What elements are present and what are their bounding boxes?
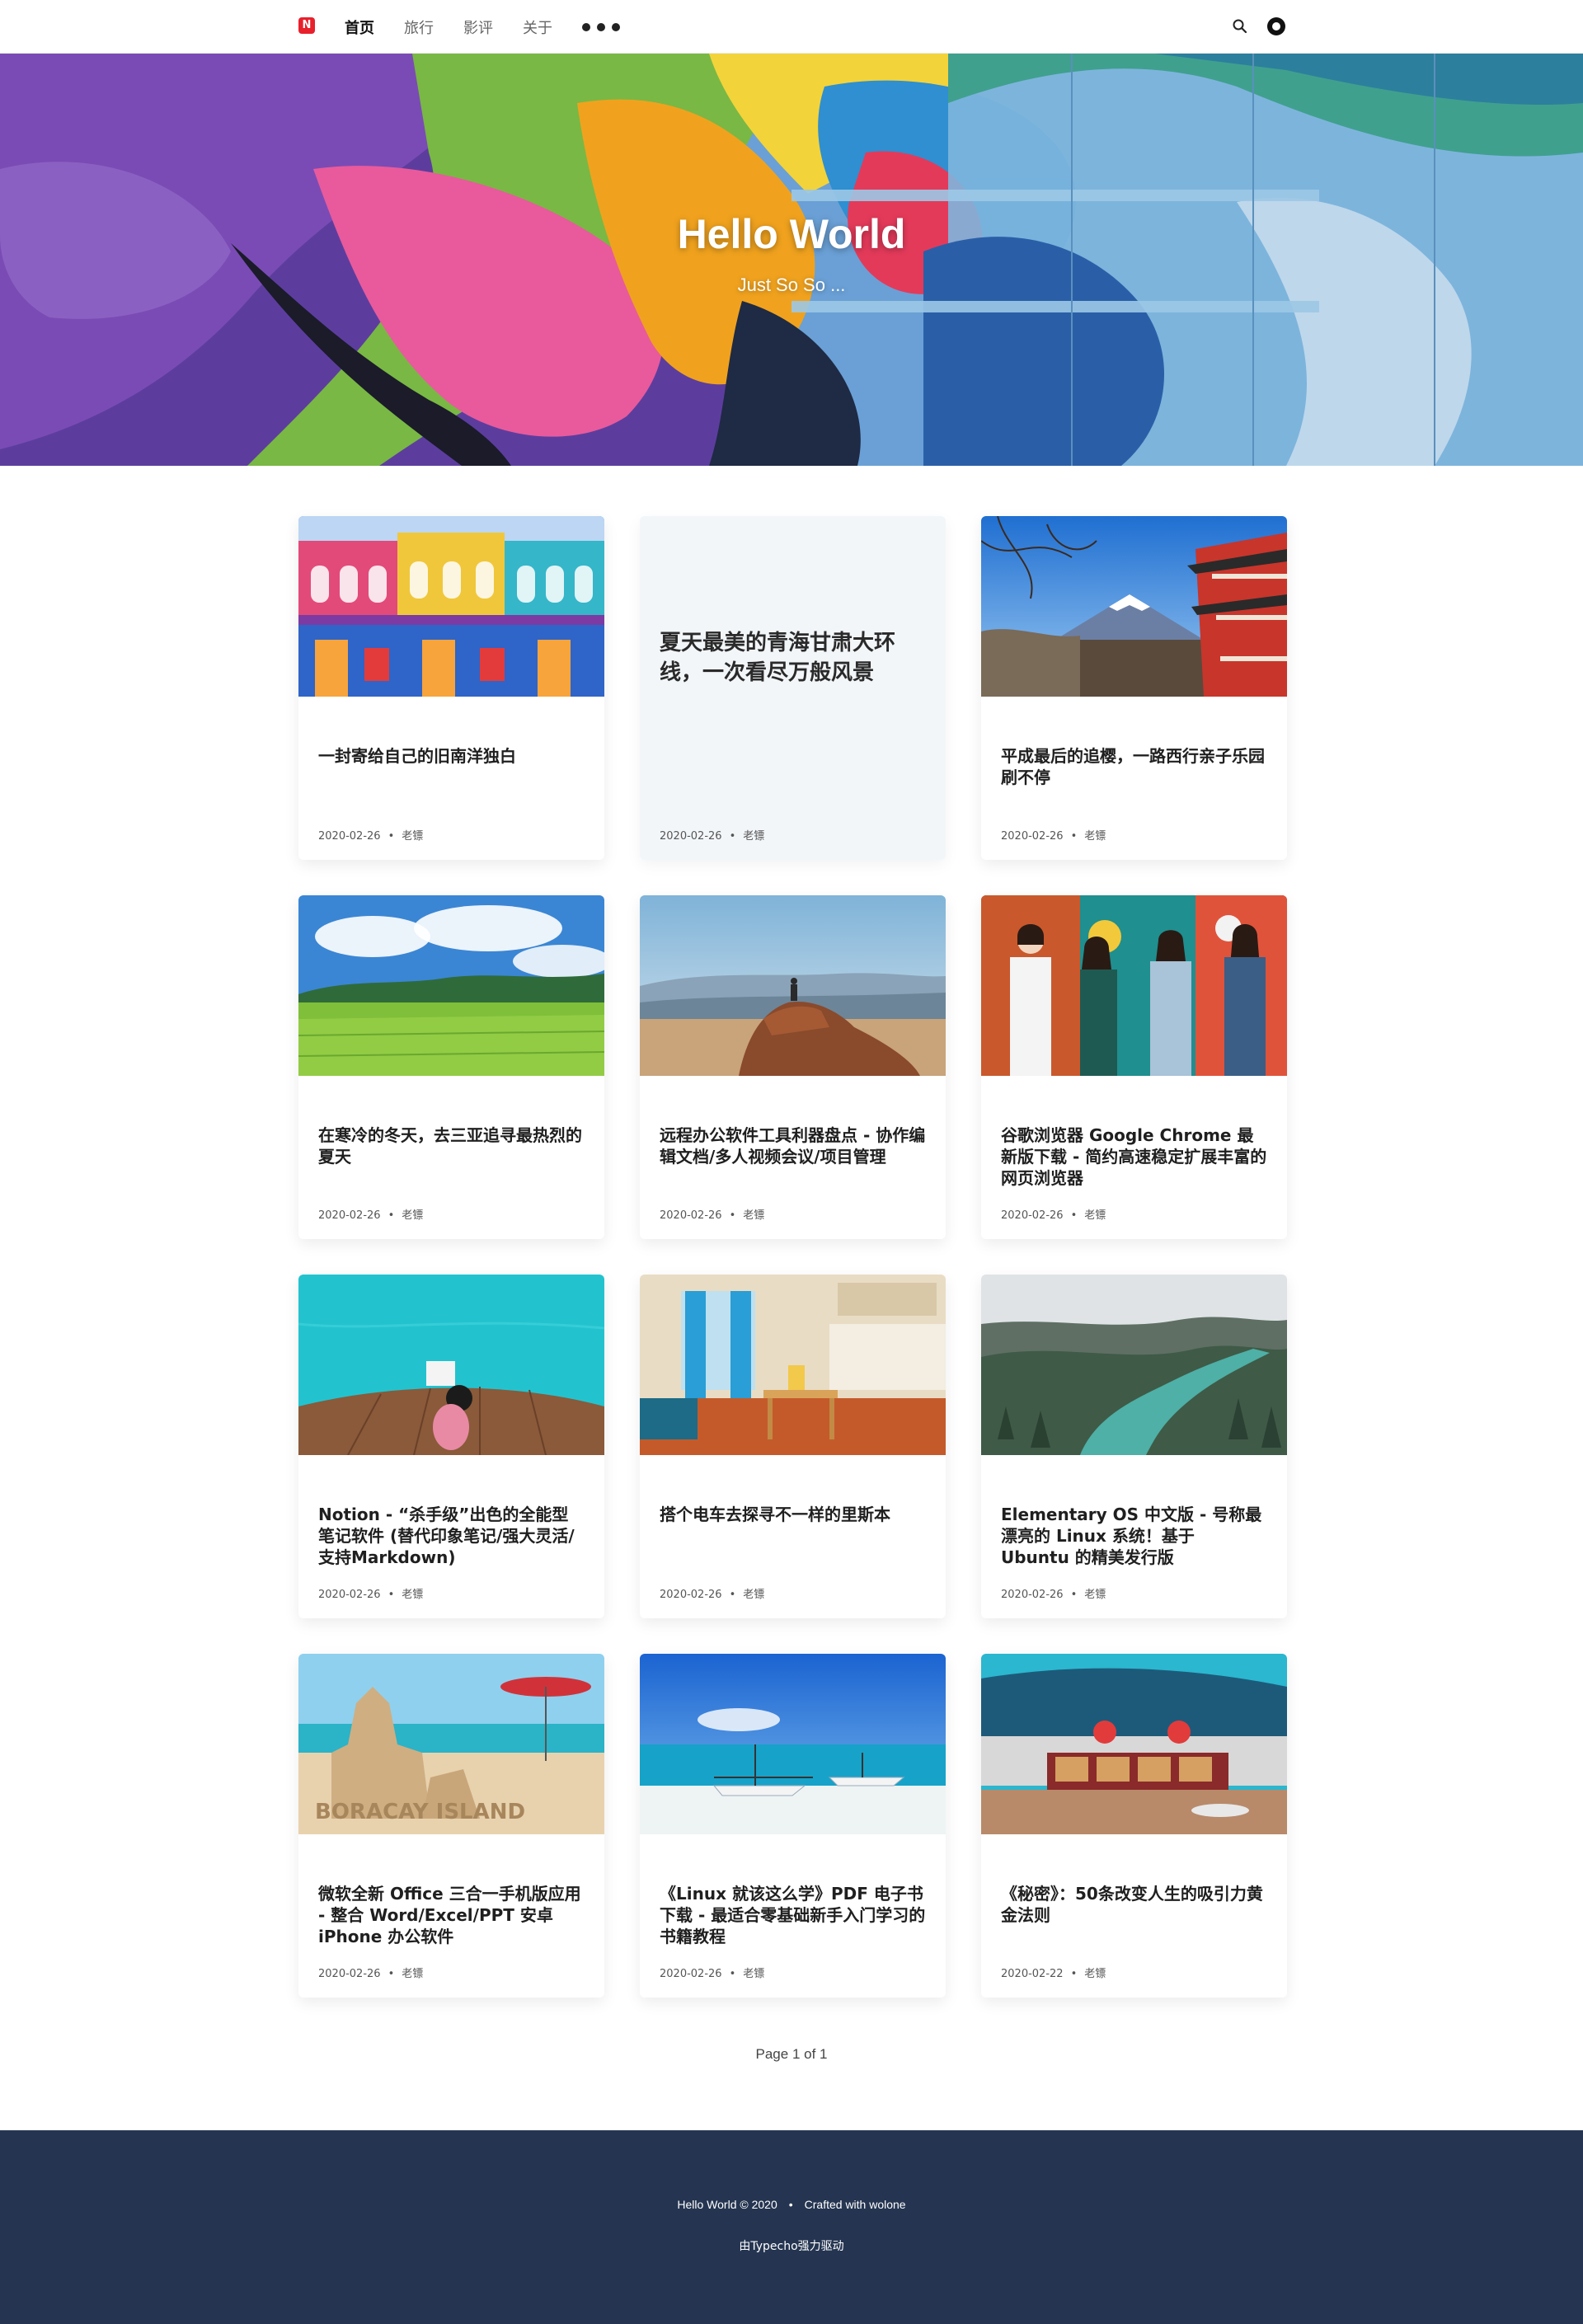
post-date: 2020-02-22 bbox=[1001, 1968, 1064, 1980]
post-card[interactable]: 平成最后的追樱，一路西行亲子乐园刷不停 2020-02-26 • 老镖 bbox=[981, 516, 1287, 860]
post-date: 2020-02-26 bbox=[318, 830, 381, 843]
post-meta: 2020-02-26 • 老镖 bbox=[660, 1968, 765, 1980]
post-card[interactable]: 《Linux 就该这么学》PDF 电子书下载 - 最适合零基础新手入门学习的书籍… bbox=[640, 1654, 946, 1998]
post-author: 老镖 bbox=[402, 1209, 424, 1222]
post-meta: 2020-02-22 • 老镖 bbox=[1001, 1968, 1106, 1980]
post-author: 老镖 bbox=[743, 1209, 765, 1222]
post-meta: 2020-02-26 • 老镖 bbox=[660, 830, 765, 843]
post-title[interactable]: 微软全新 Office 三合一手机版应用 - 整合 Word/Excel/PPT… bbox=[318, 1883, 585, 1947]
post-thumbnail-retro-diner[interactable] bbox=[981, 1654, 1287, 1834]
post-author: 老镖 bbox=[743, 1968, 765, 1980]
post-date: 2020-02-26 bbox=[660, 1589, 722, 1601]
post-date: 2020-02-26 bbox=[318, 1589, 381, 1601]
post-meta: 2020-02-26 • 老镖 bbox=[318, 1589, 424, 1601]
main-nav: 首页 旅行 影评 关于 bbox=[345, 0, 620, 54]
post-thumbnail-boats-tropical-beach[interactable] bbox=[640, 1654, 946, 1834]
pagination-label: Page 1 of 1 bbox=[755, 2046, 828, 2062]
post-card[interactable]: 谷歌浏览器 Google Chrome 最新版下载 - 简约高速稳定扩展丰富的网… bbox=[981, 895, 1287, 1239]
post-author: 老镖 bbox=[1084, 1209, 1106, 1222]
post-title[interactable]: 一封寄给自己的旧南洋独白 bbox=[318, 745, 585, 767]
post-meta: 2020-02-26 • 老镖 bbox=[1001, 830, 1106, 843]
post-date: 2020-02-26 bbox=[1001, 1589, 1064, 1601]
graffiti-wall-image bbox=[0, 54, 1583, 466]
post-author: 老镖 bbox=[1084, 830, 1106, 843]
post-meta: 2020-02-26 • 老镖 bbox=[1001, 1209, 1106, 1222]
post-thumbnail-sandcastle-beach[interactable]: BORACAY ISLAND bbox=[298, 1654, 604, 1834]
nav-item-reviews[interactable]: 影评 bbox=[463, 16, 493, 38]
post-thumbnail-friends-graffiti-wall[interactable] bbox=[981, 895, 1287, 1076]
post-author: 老镖 bbox=[743, 1589, 765, 1601]
post-thumbnail-woman-on-pier[interactable] bbox=[298, 1275, 604, 1455]
post-thumbnail-mount-fuji-pagoda[interactable] bbox=[981, 516, 1287, 697]
post-card[interactable]: 远程办公软件工具利器盘点 - 协作编辑文档/多人视频会议/项目管理 2020-0… bbox=[640, 895, 946, 1239]
post-title[interactable]: Notion - “杀手级”出色的全能型笔记软件 (替代印象笔记/强大灵活/支持… bbox=[318, 1504, 585, 1568]
post-author: 老镖 bbox=[1084, 1589, 1106, 1601]
nav-item-travel[interactable]: 旅行 bbox=[404, 16, 434, 38]
post-meta: 2020-02-26 • 老镖 bbox=[318, 830, 424, 843]
top-navbar: N 首页 旅行 影评 关于 bbox=[0, 0, 1583, 54]
post-date: 2020-02-26 bbox=[660, 1209, 722, 1222]
search-icon[interactable] bbox=[1232, 18, 1248, 35]
post-title[interactable]: 远程办公软件工具利器盘点 - 协作编辑文档/多人视频会议/项目管理 bbox=[660, 1124, 926, 1167]
post-title[interactable]: 平成最后的追樱，一路西行亲子乐园刷不停 bbox=[1001, 745, 1267, 788]
more-menu-icon[interactable] bbox=[582, 22, 620, 31]
sandcastle-lettering: BORACAY ISLAND bbox=[315, 1800, 525, 1824]
footer-credits: Hello World © 2020 • Crafted with wolone bbox=[677, 2198, 906, 2211]
post-title[interactable]: 《秘密》：50条改变人生的吸引力黄金法则 bbox=[1001, 1883, 1267, 1926]
nav-item-home[interactable]: 首页 bbox=[345, 16, 374, 38]
post-meta: 2020-02-26 • 老镖 bbox=[318, 1209, 424, 1222]
post-meta: 2020-02-26 • 老镖 bbox=[1001, 1589, 1106, 1601]
post-card[interactable]: 一封寄给自己的旧南洋独白 2020-02-26 • 老镖 bbox=[298, 516, 604, 860]
footer-copyright: Hello World © 2020 bbox=[677, 2198, 777, 2211]
post-thumbnail-colorful-shophouse[interactable] bbox=[298, 516, 604, 697]
post-date: 2020-02-26 bbox=[660, 830, 722, 843]
footer-powered-by[interactable]: 由Typecho强力驱动 bbox=[0, 2237, 1583, 2254]
nav-item-about[interactable]: 关于 bbox=[523, 16, 552, 38]
post-date: 2020-02-26 bbox=[318, 1968, 381, 1980]
post-author: 老镖 bbox=[402, 1589, 424, 1601]
post-card[interactable]: 《秘密》：50条改变人生的吸引力黄金法则 2020-02-22 • 老镖 bbox=[981, 1654, 1287, 1998]
post-date: 2020-02-26 bbox=[660, 1968, 722, 1980]
post-card[interactable]: 在寒冷的冬天，去三亚追寻最热烈的夏天 2020-02-26 • 老镖 bbox=[298, 895, 604, 1239]
footer-crafted-link[interactable]: Crafted with wolone bbox=[805, 2198, 906, 2211]
hero-banner: Hello World Just So So ... bbox=[0, 54, 1583, 466]
post-title[interactable]: 夏天最美的青海甘肃大环线，一次看尽万般风景 bbox=[660, 628, 913, 688]
post-thumbnail-person-on-rock[interactable] bbox=[640, 895, 946, 1076]
post-title[interactable]: 搭个电车去探寻不一样的里斯本 bbox=[660, 1504, 926, 1525]
post-date: 2020-02-26 bbox=[1001, 1209, 1064, 1222]
post-grid: 一封寄给自己的旧南洋独白 2020-02-26 • 老镖 夏天最美的青海甘肃大环线，… bbox=[298, 516, 1287, 1998]
post-author: 老镖 bbox=[1084, 1968, 1106, 1980]
post-date: 2020-02-26 bbox=[318, 1209, 381, 1222]
post-author: 老镖 bbox=[743, 830, 765, 843]
post-card[interactable]: BORACAY ISLAND 微软全新 Office 三合一手机版应用 - 整合… bbox=[298, 1654, 604, 1998]
post-card[interactable]: Elementary OS 中文版 - 号称最漂亮的 Linux 系统！基于 U… bbox=[981, 1275, 1287, 1618]
post-author: 老镖 bbox=[402, 830, 424, 843]
post-thumbnail-green-rice-field[interactable] bbox=[298, 895, 604, 1076]
post-thumbnail-river-forest-fog[interactable] bbox=[981, 1275, 1287, 1455]
theme-toggle-icon[interactable] bbox=[1267, 17, 1285, 35]
post-date: 2020-02-26 bbox=[1001, 830, 1064, 843]
post-author: 老镖 bbox=[402, 1968, 424, 1980]
post-meta: 2020-02-26 • 老镖 bbox=[318, 1968, 424, 1980]
post-card[interactable]: Notion - “杀手级”出色的全能型笔记软件 (替代印象笔记/强大灵活/支持… bbox=[298, 1275, 604, 1618]
site-footer: Hello World © 2020 • Crafted with wolone 由… bbox=[0, 2130, 1583, 2324]
post-card[interactable]: 搭个电车去探寻不一样的里斯本 2020-02-26 • 老镖 bbox=[640, 1275, 946, 1618]
post-title[interactable]: 《Linux 就该这么学》PDF 电子书下载 - 最适合零基础新手入门学习的书籍… bbox=[660, 1883, 926, 1947]
hero-title: Hello World bbox=[677, 211, 906, 257]
post-thumbnail-cozy-apartment[interactable] bbox=[640, 1275, 946, 1455]
post-card[interactable]: 夏天最美的青海甘肃大环线，一次看尽万般风景 2020-02-26 • 老镖 bbox=[640, 516, 946, 860]
post-title[interactable]: 谷歌浏览器 Google Chrome 最新版下载 - 简约高速稳定扩展丰富的网… bbox=[1001, 1124, 1267, 1189]
site-logo[interactable]: N bbox=[298, 17, 315, 34]
hero-subtitle: Just So So ... bbox=[737, 275, 846, 295]
post-title[interactable]: 在寒冷的冬天，去三亚追寻最热烈的夏天 bbox=[318, 1124, 585, 1167]
post-meta: 2020-02-26 • 老镖 bbox=[660, 1589, 765, 1601]
post-title[interactable]: Elementary OS 中文版 - 号称最漂亮的 Linux 系统！基于 U… bbox=[1001, 1504, 1267, 1568]
post-meta: 2020-02-26 • 老镖 bbox=[660, 1209, 765, 1222]
